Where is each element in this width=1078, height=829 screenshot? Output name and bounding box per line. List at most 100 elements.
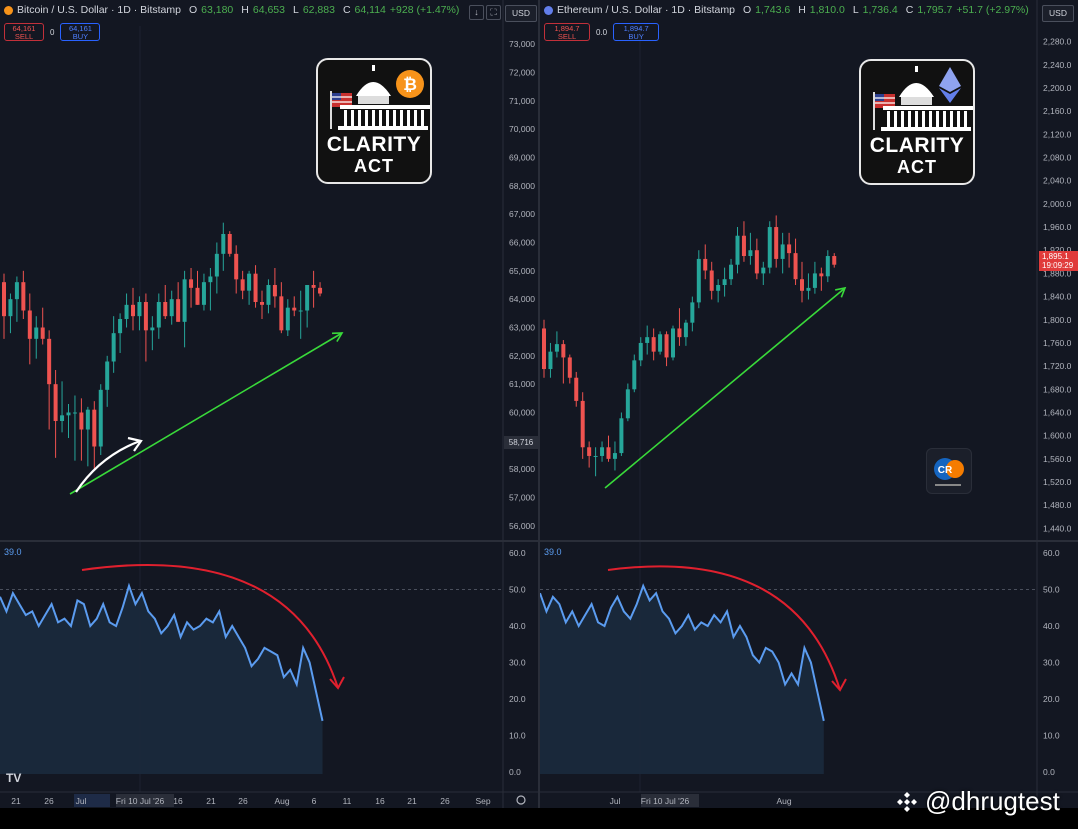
candle-body [542,328,546,370]
price-axis-label: 72,000 [509,68,535,78]
time-axis-label: 16 [173,796,183,806]
tradingview-logo-icon: TV [6,771,21,785]
open-value: 63,180 [201,4,234,16]
badge-subtitle: ACT [354,156,394,176]
price-axis-label: 1,760.0 [1043,338,1072,348]
badge-title: CLARITY [326,133,422,156]
price-axis-label: 1,480.0 [1043,500,1072,510]
rsi-axis-label: 10.0 [509,731,526,741]
close-value: 64,114 [354,4,386,16]
high-label: H [798,4,806,16]
sell-button[interactable]: 64,161 SELL [4,23,44,41]
candle-body [298,310,303,312]
candle-body [561,344,566,358]
candle-body [60,415,65,421]
candle-body [234,253,239,280]
bitcoin-chart-canvas[interactable]: 73,000 72,000 71,000 70,000 69,000 68,000 67,0… [0,0,538,808]
price-axis-label: 1,720.0 [1043,361,1072,371]
candle-body [787,244,792,254]
candle-body [34,327,39,339]
open-label: O [742,4,752,16]
price-axis-label: 2,040.0 [1043,176,1072,186]
close-label: C [342,4,351,16]
candle-body [767,227,772,268]
bitcoin-symbol-title[interactable]: Bitcoin / U.S. Dollar · 1D · Bitstamp [17,4,181,16]
rsi-area [0,585,323,774]
bitcoin-chart-panel[interactable]: 73,000 72,000 71,000 70,000 69,000 68,000 67,0… [0,0,538,808]
candle-body [587,447,592,456]
buy-button[interactable]: 1,894.7 BUY [613,23,660,41]
candle-body [612,453,617,459]
candle-body [118,319,123,334]
time-axis-label: 21 [206,796,216,806]
candle-body [292,307,297,311]
price-axis-label: 2,080.0 [1043,153,1072,163]
close-value: 1,795.7 [917,4,953,16]
candle-body [683,322,688,338]
candle-body [311,285,316,288]
settings-gear-icon [516,795,526,805]
candle-body [318,287,323,294]
candle-body [201,282,206,305]
time-axis-label: 26 [44,796,54,806]
spread-value: 0.0 [596,27,608,37]
candle-body [832,256,837,265]
candle-body [800,279,804,291]
ethereum-chart-panel[interactable]: 2,280.0 2,240.0 2,200.0 2,160.0 2,120.0 2,080… [540,0,1078,808]
price-axis-label: 67,000 [509,209,535,219]
candle-body [176,299,181,322]
watermark: @dhrugtest [895,786,1060,817]
candle-body [111,333,116,362]
time-axis-label: 11 [343,796,352,806]
time-axis-label: 26 [440,796,450,806]
candle-body [677,328,682,338]
candle-body [812,273,817,288]
last-price-label: 1,895.1 19:09:29 [1039,251,1078,271]
candle-body [260,302,264,305]
capitol-bitcoin-icon: ₿ [330,65,430,130]
ethereum-symbol-title[interactable]: Ethereum / U.S. Dollar · 1D · Bitstamp [557,4,735,16]
currency-selector[interactable]: USD [505,5,537,22]
svg-text:₿: ₿ [403,75,417,94]
candle-body [8,299,13,317]
price-axis-label: 66,000 [509,238,535,248]
time-axis-label: Sep [475,796,490,806]
rsi-axis-label: 30.0 [1043,658,1060,668]
candle-body [2,282,6,317]
candle-body [92,409,97,447]
rsi-axis-label: 40.0 [1043,621,1060,631]
rsi-axis-label: 10.0 [1043,731,1060,741]
price-axis-label: 70,000 [509,124,535,134]
ethereum-chart-canvas[interactable]: 2,280.0 2,240.0 2,200.0 2,160.0 2,120.0 2,080… [540,0,1078,808]
price-axis-label: 56,000 [509,521,535,531]
candle-body [279,296,284,331]
candle-body [227,234,232,254]
price-axis-label: 2,200.0 [1043,83,1072,93]
sell-button[interactable]: 1,894.7 SELL [544,23,590,41]
buy-button[interactable]: 64,161 BUY [60,23,101,41]
currency-selector[interactable]: USD [1042,5,1074,22]
candle-body [606,447,611,459]
bitcoin-coin-icon [4,5,13,15]
time-axis-label: Aug [274,796,289,806]
candle-body [305,285,310,311]
fullscreen-icon[interactable]: ⛶ [486,5,501,20]
candle-body [105,361,110,390]
candle-body [253,273,258,302]
low-value: 1,736.4 [862,4,898,16]
time-axis-label: 21 [11,796,21,806]
download-icon[interactable]: ↓ [469,5,484,20]
candle-body [619,418,624,454]
price-axis-label: 1,680.0 [1043,384,1072,394]
rsi-axis-label: 50.0 [1043,585,1060,595]
candle-body [98,389,103,447]
candle-body [214,253,219,277]
spread-value: 0 [50,27,55,37]
rsi-axis-label: 40.0 [509,621,526,631]
candle-body [819,273,824,277]
candle-body [40,327,45,339]
crosshair-price-label: 58,716 [504,436,538,449]
candle-body [169,299,174,317]
candle-body [266,285,271,305]
candle-body [124,304,129,319]
